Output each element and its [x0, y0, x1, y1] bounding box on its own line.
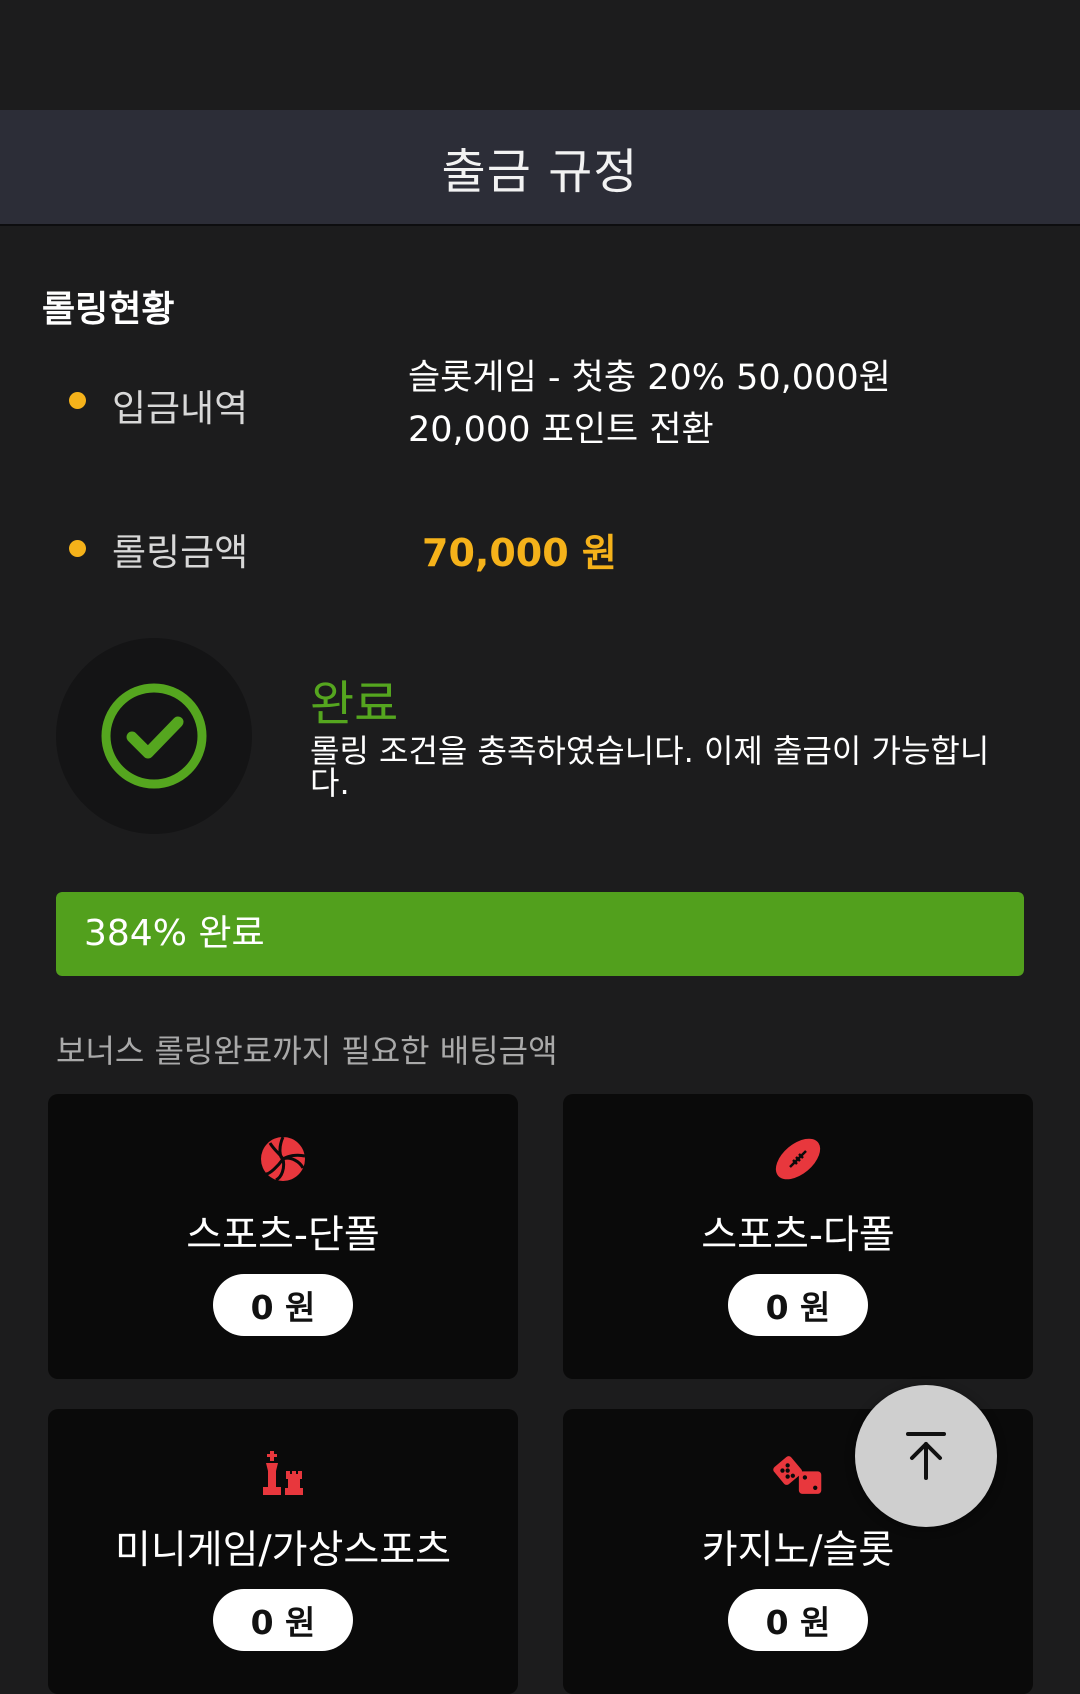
card-amount: 0 원 [728, 1274, 868, 1336]
status-badge [56, 638, 252, 834]
chess-icon [263, 1451, 303, 1495]
card-label: 스포츠-다폴 [701, 1213, 895, 1258]
deposit-label: 입금내역 [112, 387, 249, 430]
page-title: 출금 규정 [441, 144, 639, 200]
check-circle-icon [101, 683, 207, 789]
deposit-value-line1: 슬롯게임 - 첫충 20% 50,000원 [408, 358, 891, 398]
status-description: 롤링 조건을 충족하였습니다. 이제 출금이 가능합니다. [310, 732, 990, 802]
card-amount: 0 원 [213, 1589, 353, 1651]
bullet-dot-icon [69, 540, 86, 557]
card-amount: 0 원 [728, 1589, 868, 1651]
football-icon [775, 1138, 821, 1180]
arrow-up-to-top-icon [906, 1432, 946, 1480]
rolling-label: 롤링금액 [112, 531, 249, 574]
bet-card-sports-single: 스포츠-단폴 0 원 [48, 1094, 518, 1379]
bet-card-minigame: 미니게임/가상스포츠 0 원 [48, 1409, 518, 1694]
progress-bar: 384% 완료 [56, 892, 1024, 976]
scroll-to-top-button[interactable] [855, 1385, 997, 1527]
rolling-amount: 70,000 원 [422, 531, 617, 575]
page-header: 출금 규정 [0, 110, 1080, 226]
deposit-value: 슬롯게임 - 첫충 20% 50,000원 20,000 포인트 전환 [408, 352, 891, 456]
card-amount: 0 원 [213, 1274, 353, 1336]
status-title: 완료 [310, 676, 399, 732]
card-label: 미니게임/가상스포츠 [114, 1528, 452, 1573]
volleyball-icon [261, 1136, 306, 1182]
dice-icon [773, 1456, 822, 1494]
bullet-dot-icon [69, 392, 86, 409]
bet-card-sports-multi: 스포츠-다폴 0 원 [563, 1094, 1033, 1379]
card-label: 스포츠-단폴 [186, 1213, 380, 1258]
rolling-status-title: 롤링현황 [42, 289, 175, 330]
progress-label: 384% 완료 [84, 913, 265, 954]
top-spacer [0, 0, 1080, 110]
deposit-value-line2: 20,000 포인트 전환 [408, 410, 714, 450]
card-label: 카지노/슬롯 [701, 1528, 895, 1573]
bonus-caption: 보너스 롤링완료까지 필요한 배팅금액 [56, 1032, 558, 1070]
